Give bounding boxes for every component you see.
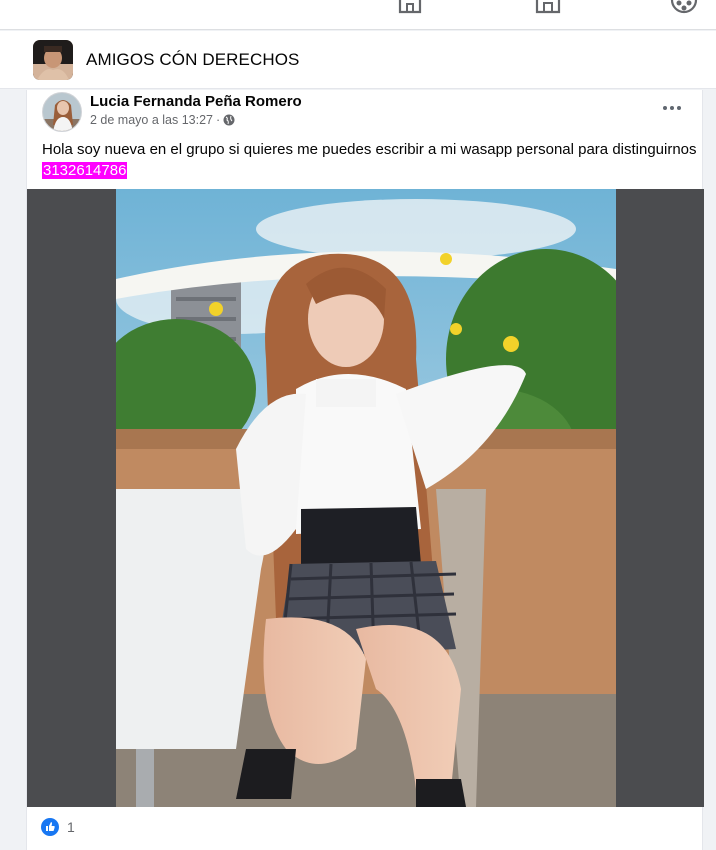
more-options-button[interactable] [657, 98, 687, 118]
post-body: Hola soy nueva en el grupo si quieres me… [42, 141, 697, 158]
marketplace-icon[interactable] [534, 0, 562, 14]
group-avatar[interactable] [33, 40, 73, 80]
group-name[interactable]: AMIGOS CÓN DERECHOS [86, 50, 299, 70]
post-media[interactable] [27, 189, 704, 807]
post-text: Hola soy nueva en el grupo si quieres me… [42, 139, 697, 181]
post-photo[interactable] [116, 189, 616, 807]
top-navigation-bar [0, 0, 716, 30]
author-name[interactable]: Lucia Fernanda Peña Romero [90, 93, 302, 110]
post-card: Lucia Fernanda Peña Romero 2 de mayo a l… [26, 90, 704, 850]
groups-icon[interactable] [670, 0, 698, 14]
meta-separator: · [216, 113, 221, 127]
reaction-count[interactable]: 1 [67, 819, 75, 835]
reactions-bar[interactable]: 1 [41, 818, 75, 836]
phone-number[interactable]: 3132614786 [42, 162, 128, 179]
like-icon [41, 818, 59, 836]
group-header: AMIGOS CÓN DERECHOS [0, 31, 716, 89]
author-avatar[interactable] [42, 92, 82, 132]
home-icon[interactable] [396, 0, 424, 14]
post-meta: 2 de mayo a las 13:27 · [90, 113, 235, 127]
post-timestamp[interactable]: 2 de mayo a las 13:27 [90, 113, 213, 127]
more-options-icon [663, 106, 667, 110]
globe-icon [223, 114, 235, 126]
